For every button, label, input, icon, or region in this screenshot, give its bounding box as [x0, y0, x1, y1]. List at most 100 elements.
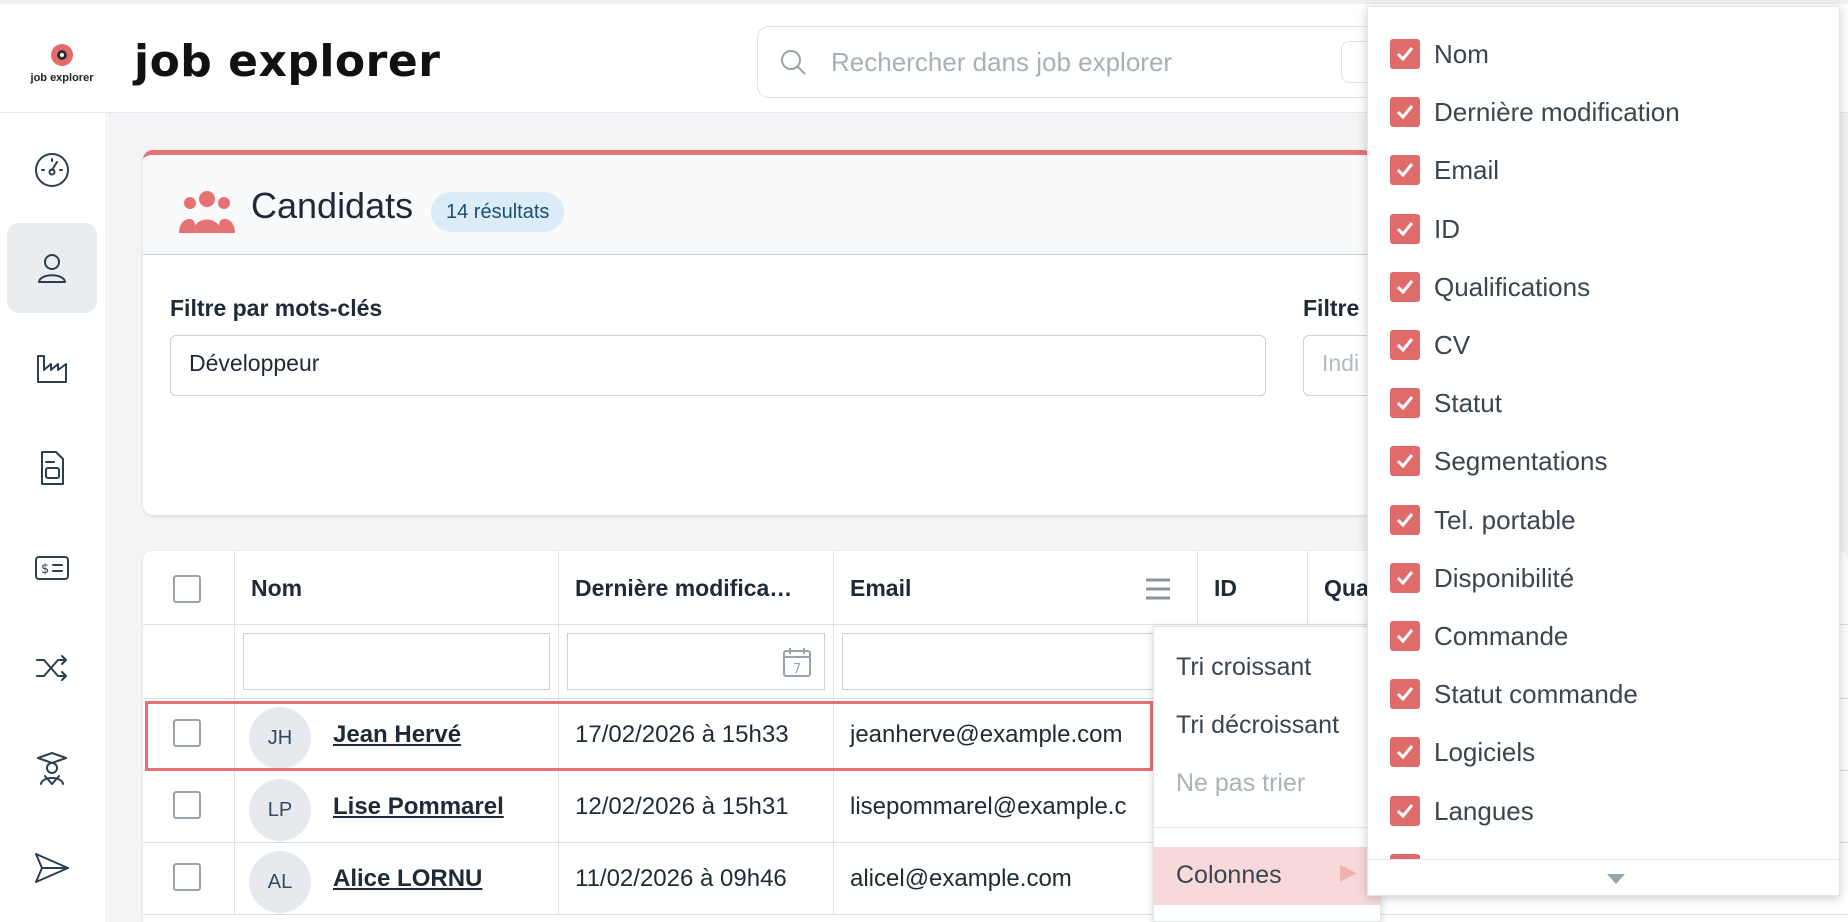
checkbox-checked-icon[interactable]: [1390, 795, 1420, 826]
menu-divider: [1154, 827, 1380, 828]
column-option-label: Disponibilité: [1434, 562, 1575, 593]
table-row-email: jeanherve@example.com: [834, 699, 1198, 771]
candidate-name-link[interactable]: Lise Pommarel: [333, 793, 504, 821]
column-chooser-panel: Nom Dernière modification Email ID Qualifica…: [1367, 6, 1840, 896]
column-header-email[interactable]: Email: [834, 551, 1198, 625]
checkbox-checked-icon[interactable]: [1390, 388, 1420, 419]
avatar: LP: [249, 779, 311, 841]
checkbox-checked-icon[interactable]: [1390, 271, 1420, 302]
sidebar-item-send[interactable]: [7, 823, 97, 913]
column-option-label: Qualifications: [1434, 271, 1591, 302]
row-select-cell: [143, 843, 235, 915]
table-row-email: lisepommarel@example.c: [834, 771, 1198, 843]
name-column-filter-input[interactable]: [243, 633, 550, 690]
column-header-modified[interactable]: Dernière modifica…: [559, 551, 834, 625]
user-icon: [38, 254, 66, 283]
column-option[interactable]: Commande: [1368, 607, 1839, 665]
email-column-filter-input[interactable]: [842, 633, 1189, 690]
calendar-icon[interactable]: 7: [782, 646, 812, 678]
sidebar-item-companies[interactable]: [7, 323, 97, 413]
column-option[interactable]: Tel. portable: [1368, 491, 1839, 549]
checkbox-checked-icon[interactable]: [1390, 621, 1420, 651]
app-title: job explorer: [134, 36, 441, 87]
sidebar-item-matching[interactable]: [7, 623, 97, 713]
column-option-label: Commande: [1434, 621, 1569, 651]
column-option[interactable]: CV: [1368, 316, 1839, 374]
row-checkbox[interactable]: [173, 863, 201, 891]
column-option[interactable]: Disponibilité: [1368, 549, 1839, 607]
checkbox-checked-icon[interactable]: [1390, 213, 1420, 244]
column-option[interactable]: Qualifications: [1368, 258, 1839, 316]
search-icon: [781, 50, 806, 75]
keyword-filter-input[interactable]: Développeur: [170, 335, 1266, 396]
checkbox-checked-icon[interactable]: [1390, 330, 1420, 360]
date-column-filter-input[interactable]: 7: [567, 633, 825, 690]
checkbox-checked-icon[interactable]: [1390, 39, 1420, 69]
column-option[interactable]: Statut: [1368, 374, 1839, 432]
column-option[interactable]: Nom: [1368, 25, 1839, 83]
column-option-label: Segmentations: [1434, 446, 1608, 477]
table-row-name: LP Lise Pommarel: [235, 771, 559, 843]
svg-text:7: 7: [793, 662, 801, 677]
checkbox-checked-icon[interactable]: [1390, 504, 1420, 535]
candidate-name-link[interactable]: Jean Hervé: [333, 721, 461, 749]
app-logo[interactable]: job explorer: [22, 42, 102, 90]
column-option-label: Logiciels: [1434, 737, 1536, 768]
column-option[interactable]: ID: [1368, 200, 1839, 258]
search-input[interactable]: Rechercher dans job explorer: [831, 47, 1172, 78]
column-option[interactable]: Segmentations: [1368, 432, 1839, 490]
menu-item-sort-ascending[interactable]: Tri croissant: [1176, 653, 1311, 682]
row-checkbox[interactable]: [173, 719, 201, 747]
candidate-name-link[interactable]: Alice LORNU: [333, 865, 482, 893]
column-option[interactable]: Langues: [1368, 782, 1839, 840]
column-option[interactable]: Statut commande: [1368, 665, 1839, 723]
checkbox-checked-icon[interactable]: [1390, 446, 1420, 477]
checkbox-checked-icon[interactable]: [1390, 737, 1420, 768]
column-option-label: CV: [1434, 330, 1471, 360]
checkbox-checked-icon[interactable]: [1390, 562, 1420, 593]
training-icon: [37, 752, 67, 785]
sidebar-item-candidates[interactable]: [7, 223, 97, 313]
search-box[interactable]: Rechercher dans job explorer: [757, 26, 1397, 98]
card-header: Candidats 14 résultats: [143, 155, 1373, 255]
row-select-cell: [143, 771, 235, 843]
column-option-label: Statut commande: [1434, 679, 1638, 710]
scroll-down-button[interactable]: [1368, 859, 1839, 895]
sidebar: $: [0, 113, 107, 922]
logo-text: job explorer: [30, 72, 94, 84]
column-header-name[interactable]: Nom: [235, 551, 559, 625]
row-checkbox[interactable]: [173, 791, 201, 819]
column-header-email-label: Email: [850, 575, 912, 601]
checkbox-checked-icon[interactable]: [1390, 97, 1420, 128]
filter-cell-email: [834, 625, 1198, 699]
checkbox-checked-icon[interactable]: [1390, 679, 1420, 710]
column-option[interactable]: Logiciels: [1368, 723, 1839, 781]
column-option-label: ID: [1434, 213, 1460, 244]
sidebar-item-training[interactable]: [7, 723, 97, 813]
table-row-name: AL Alice LORNU: [235, 843, 559, 915]
checkbox-checked-icon[interactable]: [1390, 155, 1420, 186]
column-context-menu: Tri croissant Tri décroissant Ne pas tri…: [1153, 626, 1381, 922]
menu-item-sort-descending[interactable]: Tri décroissant: [1176, 711, 1339, 740]
column-option-label: Langues: [1434, 795, 1534, 826]
column-option[interactable]: Dernière modification: [1368, 83, 1839, 141]
menu-item-columns[interactable]: Colonnes ▶: [1154, 847, 1380, 905]
sidebar-item-billing[interactable]: $: [7, 523, 97, 613]
chevron-down-icon: [1607, 874, 1625, 884]
menu-item-no-sort[interactable]: Ne pas trier: [1176, 769, 1305, 798]
column-option[interactable]: Email: [1368, 141, 1839, 199]
sidebar-item-documents[interactable]: [7, 423, 97, 513]
logo-mark-icon: [51, 44, 73, 66]
table-row-email: alicel@example.com: [834, 843, 1198, 915]
select-all-checkbox[interactable]: [173, 575, 201, 603]
column-option-label: Email: [1434, 155, 1500, 186]
sidebar-item-dashboard[interactable]: [7, 125, 97, 215]
keyword-filter-label: Filtre par mots-clés: [170, 295, 383, 321]
column-header-id[interactable]: ID: [1198, 551, 1308, 625]
candidates-filter-card: Candidats 14 résultats Filtre par mots-c…: [143, 150, 1383, 515]
filter-cell-modified: 7: [559, 625, 834, 699]
column-menu-icon[interactable]: [1144, 577, 1172, 601]
dashboard-icon: [35, 153, 69, 187]
table-row-modified: 12/02/2026 à 15h31: [559, 771, 834, 843]
column-option-label: Dernière modification: [1434, 97, 1680, 128]
